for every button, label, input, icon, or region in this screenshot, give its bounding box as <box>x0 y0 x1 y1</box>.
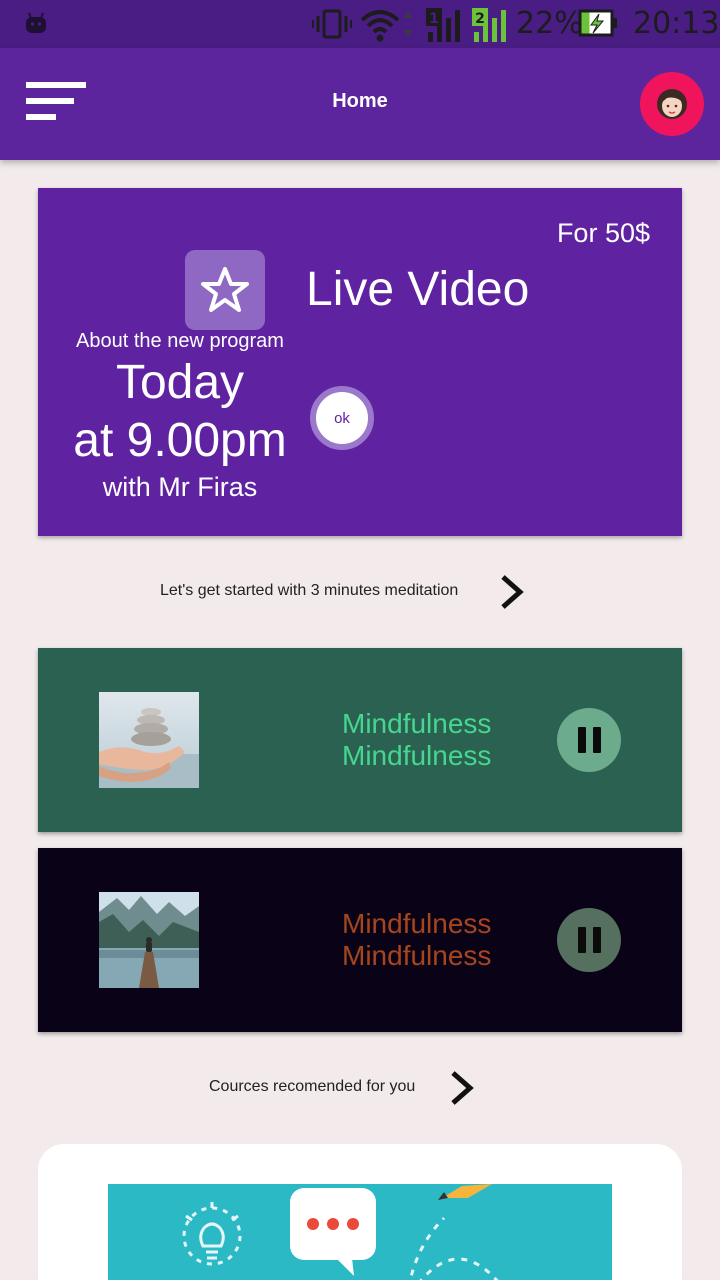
pause-button[interactable] <box>557 708 621 772</box>
track-thumbnail <box>99 692 199 788</box>
pause-button[interactable] <box>557 908 621 972</box>
track-title: Mindfulness <box>342 708 492 739</box>
pause-icon <box>577 727 586 753</box>
program-day: Today <box>115 356 245 409</box>
signal-icon: 1 <box>426 8 460 42</box>
ok-button[interactable]: ok <box>310 386 374 450</box>
lightbulb-icon <box>182 1202 242 1266</box>
live-video-card[interactable]: For 50$ Live Video About the new program… <box>38 188 682 536</box>
chevron-right-icon[interactable] <box>444 1068 480 1108</box>
signal-icon: 2 <box>472 8 506 42</box>
wifi-icon <box>360 10 412 42</box>
course-card[interactable] <box>38 1144 682 1280</box>
star-badge <box>185 250 265 330</box>
track-card[interactable]: Mindfulness Mindfulness <box>38 848 682 1032</box>
avatar[interactable] <box>640 72 704 136</box>
battery-charging-icon <box>578 9 617 37</box>
chat-bubble-icon <box>290 1188 376 1276</box>
android-icon <box>26 12 46 33</box>
star-icon <box>201 267 249 312</box>
chevron-right-icon[interactable] <box>494 572 530 612</box>
status-bar: 1 2 22% 20:13 <box>0 0 720 48</box>
app-bar: Home <box>0 48 720 160</box>
meditation-section-label: Let's get started with 3 minutes meditat… <box>160 582 459 599</box>
pause-icon <box>592 927 601 953</box>
clock: 20:13 <box>633 6 720 41</box>
sim2-label: 2 <box>475 11 485 27</box>
page-title: Home <box>332 90 388 112</box>
sim1-label: 1 <box>429 11 439 27</box>
live-video-title: Live Video <box>306 263 530 316</box>
courses-section-label: Cources recomended for you <box>209 1078 416 1095</box>
pause-icon <box>577 927 586 953</box>
track-title: Mindfulness <box>342 908 492 939</box>
meditation-section-header: Let's get started with 3 minutes meditat… <box>0 566 720 616</box>
battery-percent: 22% <box>516 6 583 41</box>
courses-section-header: Cources recomended for you <box>0 1062 720 1112</box>
program-time: at 9.00pm <box>73 414 287 467</box>
track-subtitle: Mindfulness <box>342 940 492 971</box>
avatar-icon <box>657 89 687 119</box>
price-label: For 50$ <box>556 218 650 248</box>
track-subtitle: Mindfulness <box>342 740 492 771</box>
pause-icon <box>592 727 601 753</box>
program-about: About the new program <box>76 330 284 352</box>
course-image <box>108 1184 612 1280</box>
vibrate-icon <box>312 9 352 39</box>
track-card[interactable]: Mindfulness Mindfulness <box>38 648 682 832</box>
pencil-icon <box>408 1184 499 1280</box>
program-host: with Mr Firas <box>102 472 258 502</box>
track-thumbnail <box>99 892 199 988</box>
